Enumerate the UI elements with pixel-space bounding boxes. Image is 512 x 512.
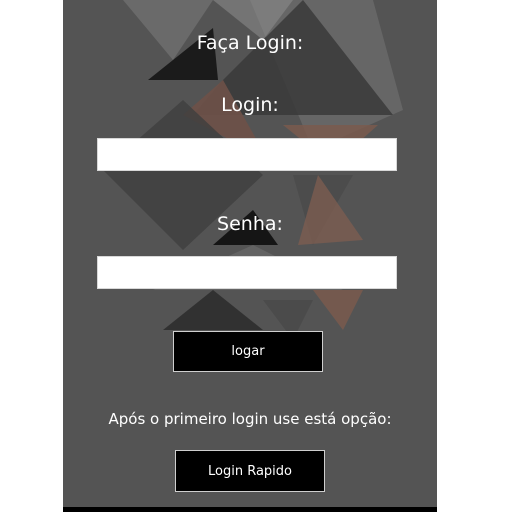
page-title: Faça Login: — [196, 32, 304, 54]
password-label: Senha: — [217, 213, 283, 235]
login-field[interactable] — [97, 138, 397, 171]
quick-login-button[interactable]: Login Rapido — [175, 450, 325, 492]
login-button[interactable]: logar — [173, 331, 323, 372]
password-field[interactable] — [97, 256, 397, 289]
login-screen: Faça Login: Login: Senha: logar Após o p… — [63, 0, 437, 512]
navigation-bar — [63, 507, 437, 512]
login-label: Login: — [221, 94, 279, 116]
quick-login-hint: Após o primeiro login use está opção: — [108, 410, 392, 428]
